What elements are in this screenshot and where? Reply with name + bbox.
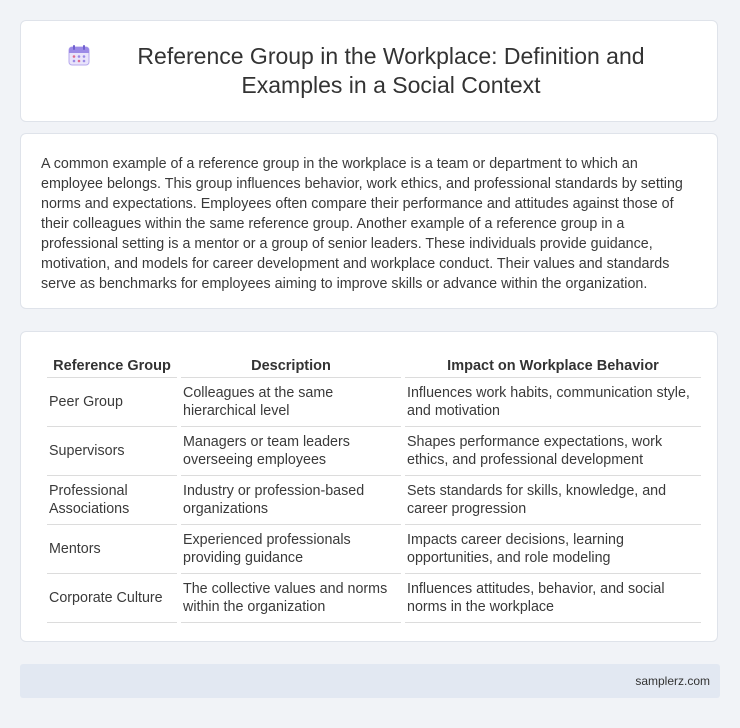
- table-card: Reference Group Description Impact on Wo…: [20, 331, 718, 642]
- cell-reference-group: Professional Associations: [47, 476, 177, 525]
- page-title: Reference Group in the Workplace: Defini…: [137, 43, 645, 98]
- cell-reference-group: Corporate Culture: [47, 574, 177, 623]
- cell-impact: Shapes performance expectations, work et…: [405, 427, 701, 476]
- cell-impact: Influences attitudes, behavior, and soci…: [405, 574, 701, 623]
- cell-reference-group: Mentors: [47, 525, 177, 574]
- table-row: Supervisors Managers or team leaders ove…: [47, 427, 701, 476]
- title-card: Reference Group in the Workplace: Defini…: [20, 20, 718, 122]
- column-header-reference-group: Reference Group: [47, 353, 177, 378]
- table-row: Mentors Experienced professionals provid…: [47, 525, 701, 574]
- cell-impact: Influences work habits, communication st…: [405, 378, 701, 427]
- cell-description: The collective values and norms within t…: [181, 574, 401, 623]
- cell-description: Experienced professionals providing guid…: [181, 525, 401, 574]
- cell-impact: Sets standards for skills, knowledge, an…: [405, 476, 701, 525]
- footer-bar: samplerz.com: [20, 664, 720, 698]
- cell-impact: Impacts career decisions, learning oppor…: [405, 525, 701, 574]
- calendar-icon: [68, 45, 90, 66]
- cell-reference-group: Supervisors: [47, 427, 177, 476]
- footer-site-link[interactable]: samplerz.com: [635, 674, 710, 688]
- table-row: Corporate Culture The collective values …: [47, 574, 701, 623]
- cell-description: Industry or profession-based organizatio…: [181, 476, 401, 525]
- table-row: Peer Group Colleagues at the same hierar…: [47, 378, 701, 427]
- column-header-impact: Impact on Workplace Behavior: [405, 353, 701, 378]
- cell-description: Managers or team leaders overseeing empl…: [181, 427, 401, 476]
- cell-reference-group: Peer Group: [47, 378, 177, 427]
- column-header-description: Description: [181, 353, 401, 378]
- intro-paragraph: A common example of a reference group in…: [41, 156, 683, 292]
- table-header-row: Reference Group Description Impact on Wo…: [47, 353, 701, 378]
- reference-group-table: Reference Group Description Impact on Wo…: [43, 353, 705, 623]
- cell-description: Colleagues at the same hierarchical leve…: [181, 378, 401, 427]
- table-row: Professional Associations Industry or pr…: [47, 476, 701, 525]
- intro-card: A common example of a reference group in…: [20, 133, 718, 309]
